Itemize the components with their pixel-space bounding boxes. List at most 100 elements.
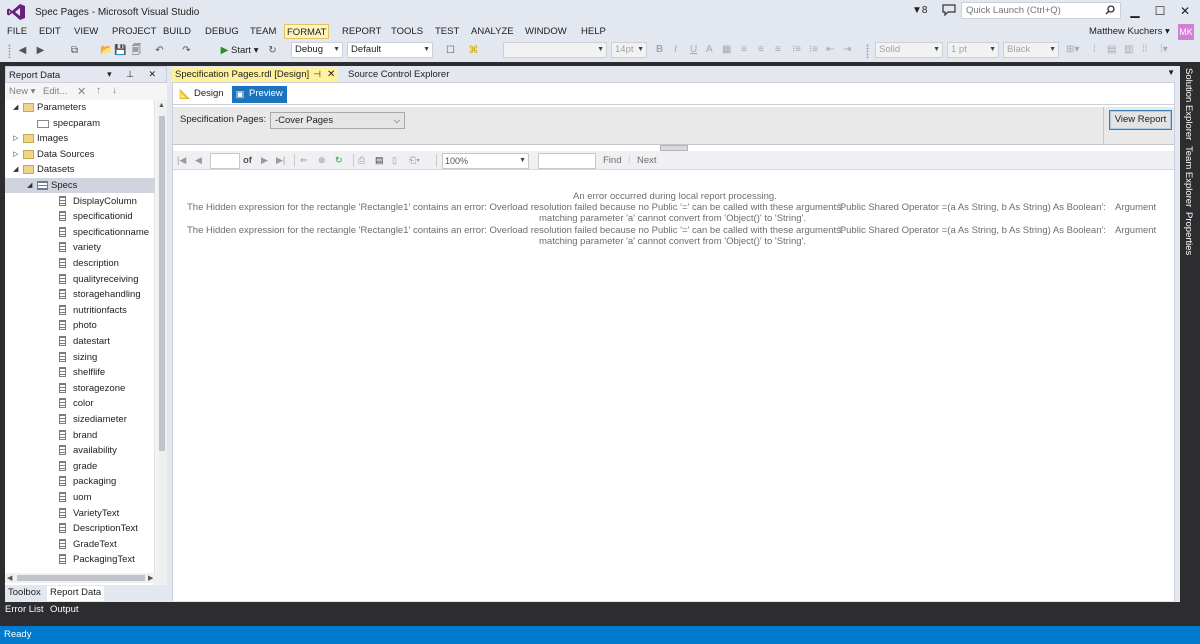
tree-item-datasets[interactable]: ◢ Datasets: [5, 162, 155, 177]
close-button[interactable]: ✕: [1174, 3, 1196, 19]
open-file-icon[interactable]: 📂: [100, 44, 113, 57]
notifications-button[interactable]: ▼8: [912, 5, 927, 16]
tab-report-data[interactable]: Report Data: [47, 586, 105, 601]
next-link[interactable]: Next: [637, 155, 657, 166]
scroll-left-icon[interactable]: ◀: [7, 574, 12, 582]
font-color-button[interactable]: A: [706, 44, 713, 55]
tree-item-availability[interactable]: availability: [5, 443, 155, 458]
background-color-icon[interactable]: ▦: [722, 44, 731, 55]
tab-preview[interactable]: ▣ Preview: [232, 86, 287, 103]
find-in-files-icon[interactable]: ☐: [444, 44, 457, 57]
menu-view[interactable]: VIEW: [72, 24, 100, 39]
vertical-scrollbar[interactable]: ▲: [157, 100, 167, 636]
export-icon[interactable]: ⎗▾: [409, 155, 420, 166]
scroll-thumb[interactable]: [17, 575, 145, 581]
search-icon[interactable]: [1105, 5, 1115, 15]
menu-debug[interactable]: DEBUG: [203, 24, 241, 39]
menu-test[interactable]: TEST: [433, 24, 461, 39]
view-report-button[interactable]: View Report: [1109, 110, 1172, 130]
redo-icon[interactable]: ↷: [180, 44, 193, 57]
tree-item-datestart[interactable]: datestart: [5, 334, 155, 349]
collapse-arrow-icon[interactable]: ◢: [27, 178, 36, 193]
pin-icon[interactable]: ⊣: [313, 69, 321, 79]
page-setup-icon[interactable]: ▯: [392, 155, 397, 166]
start-icon[interactable]: ▶: [218, 44, 231, 57]
tab-team-explorer[interactable]: Team Explorer: [1183, 146, 1194, 207]
quick-launch-box[interactable]: [961, 2, 1121, 19]
move-down-icon[interactable]: ↓: [112, 85, 117, 96]
tree-item-storagezone[interactable]: storagezone: [5, 381, 155, 396]
tab-design[interactable]: 📐 Design: [177, 86, 228, 103]
save-all-icon[interactable]: 🗐: [130, 44, 143, 57]
parameter-select[interactable]: -Cover Pages ⌵: [270, 112, 405, 129]
menu-format[interactable]: FORMAT: [284, 24, 330, 39]
layout-more-icon[interactable]: ⁞▾: [1160, 44, 1168, 55]
first-page-icon[interactable]: |◀: [177, 155, 186, 166]
tree-item-sizing[interactable]: sizing: [5, 350, 155, 365]
tree-item-photo[interactable]: photo: [5, 318, 155, 333]
tree-item-uom[interactable]: uom: [5, 490, 155, 505]
start-button[interactable]: Start ▾: [231, 45, 258, 56]
tree-item-variety[interactable]: variety: [5, 240, 155, 255]
horizontal-scrollbar[interactable]: ◀ ▶: [5, 573, 157, 583]
feedback-icon[interactable]: [942, 4, 956, 16]
align-left-icon[interactable]: ≡: [741, 44, 747, 55]
tree-item-brand[interactable]: brand: [5, 428, 155, 443]
align-center-icon[interactable]: ≡: [758, 44, 764, 55]
line-style-select[interactable]: Solid ▼: [875, 42, 943, 58]
tree-item-specs[interactable]: ◢ Specs: [5, 178, 155, 193]
previous-page-icon[interactable]: ◀: [195, 155, 202, 166]
tree-item-gradetext[interactable]: GradeText: [5, 537, 155, 552]
toolbar-grip[interactable]: [8, 44, 11, 58]
decrease-indent-icon[interactable]: ⇤: [826, 44, 834, 55]
bold-button[interactable]: B: [656, 44, 663, 55]
font-size-select[interactable]: 14pt ▼: [611, 42, 647, 58]
collapse-arrow-icon[interactable]: ◢: [13, 162, 22, 177]
avatar[interactable]: MK: [1178, 24, 1194, 40]
menu-build[interactable]: BUILD: [161, 24, 193, 39]
minimize-button[interactable]: ▁: [1124, 3, 1146, 19]
chevron-down-icon[interactable]: ▼: [1167, 68, 1175, 77]
expand-arrow-icon[interactable]: ▷: [13, 147, 22, 162]
tab-output[interactable]: Output: [50, 604, 79, 615]
tree-item-description[interactable]: description: [5, 256, 155, 271]
find-text-input[interactable]: [538, 153, 596, 169]
solution-config-select[interactable]: Debug ▼: [291, 42, 343, 58]
collapse-arrow-icon[interactable]: ◢: [13, 100, 22, 115]
line-width-select[interactable]: 1 pt ▼: [947, 42, 999, 58]
tab-properties[interactable]: Properties: [1183, 212, 1194, 255]
edit-button[interactable]: Edit...: [43, 86, 67, 97]
size-grid-icon[interactable]: ▥: [1124, 44, 1133, 55]
last-page-icon[interactable]: ▶|: [276, 155, 285, 166]
tree-item-shelflife[interactable]: shelflife: [5, 365, 155, 380]
tree-item-parameters[interactable]: ◢ Parameters: [5, 100, 155, 115]
back-icon[interactable]: ◀: [16, 44, 29, 57]
menu-edit[interactable]: EDIT: [37, 24, 63, 39]
underline-button[interactable]: U: [690, 44, 697, 55]
quick-launch-input[interactable]: [962, 3, 1100, 18]
tree-item-sizediameter[interactable]: sizediameter: [5, 412, 155, 427]
tree-item-qualityreceiving[interactable]: qualityreceiving: [5, 272, 155, 287]
tab-error-list[interactable]: Error List: [5, 604, 44, 615]
tab-source-control-explorer[interactable]: Source Control Explorer: [345, 67, 452, 82]
new-project-icon[interactable]: ⧉: [68, 44, 81, 57]
tree-item-specparam[interactable]: specparam: [5, 116, 155, 131]
menu-window[interactable]: WINDOW: [523, 24, 569, 39]
numbered-list-icon[interactable]: ⁝≡: [792, 44, 801, 55]
align-grid-icon[interactable]: ▤: [1107, 44, 1116, 55]
page-number-input[interactable]: [210, 153, 240, 169]
maximize-button[interactable]: ☐: [1149, 3, 1171, 19]
forward-icon[interactable]: ▶: [34, 44, 47, 57]
tree-item-storagehandling[interactable]: storagehandling: [5, 287, 155, 302]
menu-file[interactable]: FILE: [5, 24, 29, 39]
next-page-icon[interactable]: ▶: [261, 155, 268, 166]
user-account-menu[interactable]: Matthew Kuchers ▾: [1089, 26, 1170, 37]
platform-select[interactable]: Default ▼: [347, 42, 433, 58]
print-icon[interactable]: ⎙: [358, 155, 365, 166]
back-to-parent-icon[interactable]: ⇐: [300, 155, 308, 166]
menu-analyze[interactable]: ANALYZE: [469, 24, 516, 39]
save-icon[interactable]: 💾: [114, 44, 127, 57]
menu-report[interactable]: REPORT: [340, 24, 383, 39]
menu-help[interactable]: HELP: [579, 24, 608, 39]
scroll-up-icon[interactable]: ▲: [158, 102, 165, 109]
